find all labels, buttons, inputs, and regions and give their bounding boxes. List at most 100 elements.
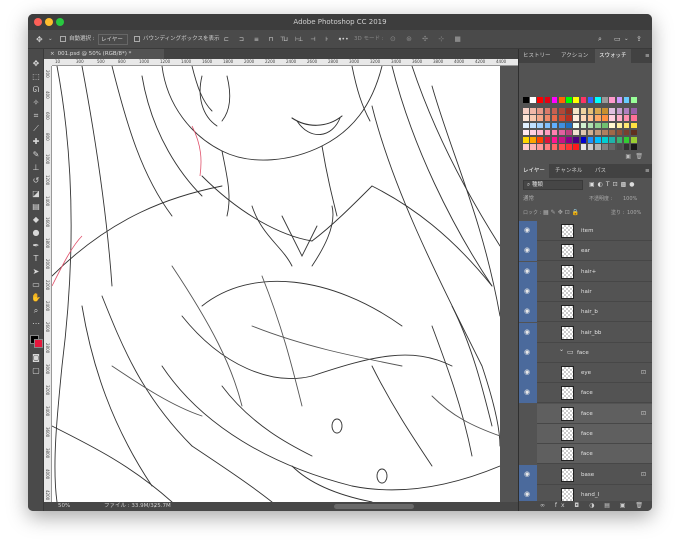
- marquee-tool-icon[interactable]: ⬚: [31, 72, 41, 82]
- color-swatch[interactable]: [616, 97, 623, 103]
- document-tab[interactable]: × 001.psd @ 50% (RGB/8*) *: [44, 49, 164, 59]
- color-swatch[interactable]: [631, 115, 637, 121]
- color-swatch[interactable]: [530, 144, 536, 150]
- clone-stamp-tool-icon[interactable]: ⊥: [31, 163, 41, 173]
- color-swatch[interactable]: [537, 129, 543, 136]
- color-swatch[interactable]: [623, 129, 630, 136]
- color-swatch[interactable]: [580, 115, 587, 121]
- color-swatch[interactable]: [631, 122, 637, 129]
- move-tool-icon[interactable]: ✥: [36, 34, 43, 45]
- close-tab-icon[interactable]: ×: [50, 51, 55, 57]
- color-swatch[interactable]: [566, 137, 572, 143]
- color-swatch[interactable]: [580, 144, 587, 150]
- color-swatch[interactable]: [602, 115, 608, 121]
- color-swatch[interactable]: [523, 97, 529, 103]
- color-swatch[interactable]: [580, 122, 587, 129]
- eraser-tool-icon[interactable]: ◪: [31, 189, 41, 199]
- status-menu-icon[interactable]: ›: [154, 502, 156, 511]
- color-swatch[interactable]: [595, 129, 601, 136]
- color-swatch[interactable]: [595, 115, 601, 121]
- layer-visibility-toggle[interactable]: ◉: [519, 363, 537, 384]
- color-swatch[interactable]: [623, 108, 630, 114]
- color-swatch[interactable]: [609, 108, 615, 114]
- color-swatch[interactable]: [623, 137, 630, 143]
- layer-visibility-toggle[interactable]: ◉: [519, 302, 537, 323]
- color-swatch[interactable]: [631, 108, 637, 114]
- zoom-level[interactable]: 50%: [58, 502, 70, 511]
- layer-row[interactable]: hair+: [537, 262, 652, 282]
- color-swatch[interactable]: [587, 137, 594, 143]
- color-swatch[interactable]: [587, 115, 594, 121]
- layer-group-row[interactable]: ⌄ ▭ face: [537, 343, 652, 363]
- color-swatch[interactable]: [609, 122, 615, 129]
- color-swatch[interactable]: [580, 129, 587, 136]
- minimize-window-button[interactable]: [45, 18, 53, 26]
- auto-select-checkbox[interactable]: [60, 36, 66, 42]
- vertical-ruler[interactable]: 200 400 600 800 1000 1200 1400 1600 1800 2000 2200…: [44, 66, 52, 502]
- layer-row[interactable]: hair_b: [537, 302, 652, 323]
- color-swatch[interactable]: [551, 115, 558, 121]
- color-swatch[interactable]: [602, 122, 608, 129]
- color-swatch[interactable]: [544, 97, 551, 103]
- horizontal-ruler[interactable]: 10 300 500 800 1000 1200 1400 1600 1800 2000 2200 2…: [52, 59, 518, 66]
- bounding-box-checkbox[interactable]: [134, 36, 140, 42]
- color-swatch[interactable]: [609, 115, 615, 121]
- color-swatch[interactable]: [587, 144, 594, 150]
- color-swatch[interactable]: [609, 144, 615, 150]
- magic-wand-tool-icon[interactable]: ✧: [31, 98, 41, 108]
- color-swatch[interactable]: [523, 137, 529, 143]
- color-swatch[interactable]: [573, 108, 579, 114]
- search-icon[interactable]: ⌕: [598, 34, 602, 45]
- more-tools-icon[interactable]: ⋯: [31, 319, 41, 329]
- color-swatch[interactable]: [559, 115, 565, 121]
- chevron-down-icon[interactable]: ⌄: [48, 34, 53, 45]
- close-window-button[interactable]: [34, 18, 42, 26]
- layer-visibility-toggle[interactable]: [519, 404, 537, 424]
- vertical-scrollbar[interactable]: [500, 66, 518, 502]
- color-swatch[interactable]: [573, 122, 579, 129]
- layer-row[interactable]: base ⊡: [537, 465, 652, 485]
- color-swatch[interactable]: [544, 144, 551, 150]
- gradient-tool-icon[interactable]: ▤: [31, 202, 41, 212]
- layer-visibility-toggle[interactable]: ◉: [519, 383, 537, 404]
- color-swatch[interactable]: [595, 97, 601, 103]
- color-swatch[interactable]: [587, 122, 594, 129]
- layer-visibility-toggle[interactable]: ◉: [519, 484, 537, 501]
- color-swatch[interactable]: [566, 115, 572, 121]
- color-swatch[interactable]: [544, 122, 551, 129]
- color-swatch[interactable]: [523, 144, 529, 150]
- tab-actions[interactable]: アクション: [557, 49, 592, 63]
- move-tool-icon[interactable]: ✥: [31, 59, 41, 69]
- chevron-down-icon[interactable]: ⌄: [624, 34, 629, 45]
- panel-menu-icon[interactable]: ≡: [641, 49, 652, 63]
- color-swatch[interactable]: [595, 144, 601, 150]
- color-swatch[interactable]: [537, 144, 543, 150]
- tab-paths[interactable]: パス: [591, 164, 610, 178]
- crop-tool-icon[interactable]: ⌗: [31, 111, 41, 121]
- color-swatch[interactable]: [559, 122, 565, 129]
- new-swatch-icon[interactable]: ▣: [625, 153, 631, 160]
- layer-visibility-toggle[interactable]: ◉: [519, 241, 537, 262]
- layer-filter-icons[interactable]: ▣◐T⊡▩●: [589, 180, 649, 190]
- color-swatch[interactable]: [595, 122, 601, 129]
- color-swatch[interactable]: [602, 97, 608, 103]
- color-swatch[interactable]: [616, 137, 623, 143]
- distribute-buttons[interactable]: ⊤ ⊢ ⊣ ⊦ ⫞: [280, 34, 345, 45]
- color-swatch[interactable]: [573, 129, 579, 136]
- color-swatch[interactable]: [559, 144, 565, 150]
- color-swatch[interactable]: [559, 108, 565, 114]
- opacity-value[interactable]: 100%: [623, 194, 637, 204]
- auto-select-dropdown[interactable]: レイヤー: [98, 34, 128, 45]
- layer-visibility-toggle[interactable]: ◉: [519, 261, 537, 282]
- chevron-down-icon[interactable]: ⌄: [559, 346, 564, 353]
- color-swatch[interactable]: [537, 97, 543, 103]
- tab-swatches[interactable]: スウォッチ: [595, 49, 631, 63]
- color-swatch[interactable]: [595, 108, 601, 114]
- history-brush-tool-icon[interactable]: ↺: [31, 176, 41, 186]
- 3d-mode-icons[interactable]: ⊙ ⊛ ✣ ⊹ ■: [390, 34, 465, 45]
- document-canvas[interactable]: [52, 66, 500, 502]
- color-swatch[interactable]: [616, 108, 623, 114]
- layer-visibility-toggle[interactable]: ◉: [519, 322, 537, 343]
- color-swatch[interactable]: [616, 129, 623, 136]
- path-selection-tool-icon[interactable]: ➤: [31, 267, 41, 277]
